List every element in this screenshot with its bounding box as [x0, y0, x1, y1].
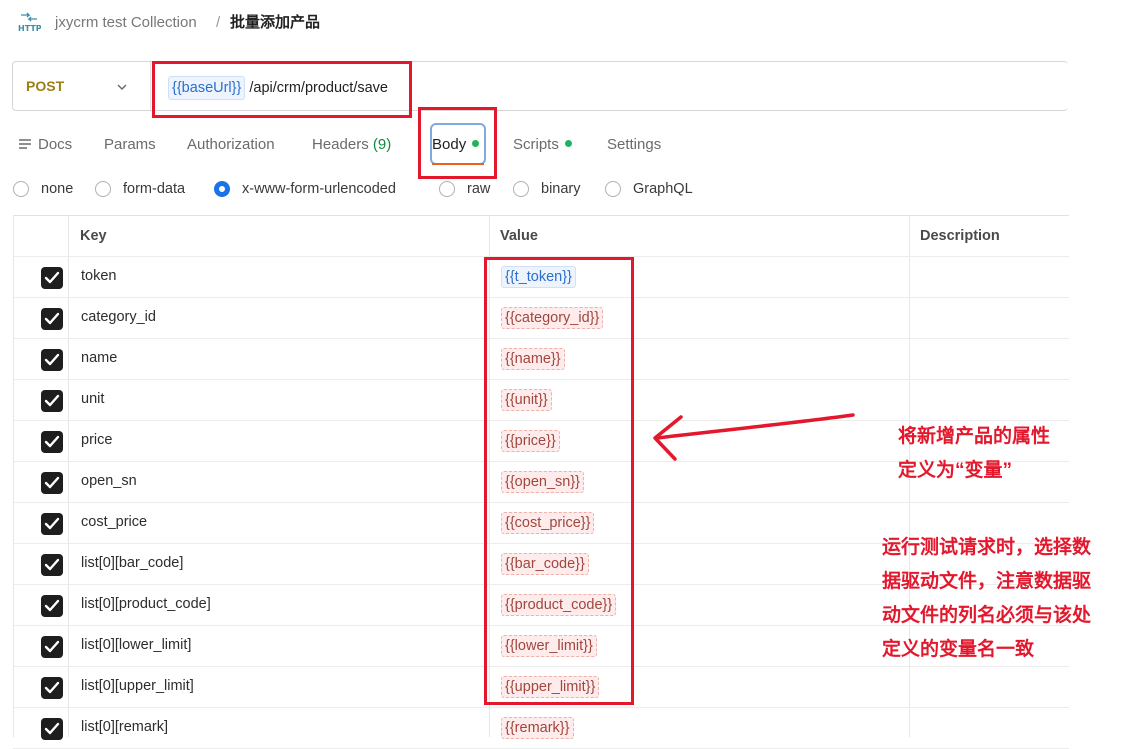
row-description[interactable] [910, 667, 1069, 707]
row-key[interactable]: category_id [81, 309, 156, 325]
table-row: list[0][remark] {{remark}} [13, 708, 1069, 749]
row-key[interactable]: token [81, 268, 116, 284]
row-enabled-checkbox[interactable] [41, 267, 63, 289]
annotation-line: 据驱动文件，注意数据驱 [882, 571, 1092, 592]
row-key[interactable]: list[0][product_code] [81, 596, 211, 612]
row-description[interactable] [910, 380, 1069, 420]
row-key[interactable]: open_sn [81, 473, 137, 489]
row-enabled-checkbox[interactable] [41, 595, 63, 617]
annotation-line: 定义的变量名一致 [882, 639, 1035, 660]
header-value: Value [500, 228, 538, 244]
row-enabled-checkbox[interactable] [41, 554, 63, 576]
method-divider [150, 62, 151, 110]
annotation-line: 将新增产品的属性 [898, 426, 1051, 447]
radio-label: GraphQL [633, 181, 693, 197]
tab-settings[interactable]: Settings [607, 135, 661, 155]
annotation-url-highlight [152, 61, 412, 118]
radio-label: x-www-form-urlencoded [242, 181, 396, 197]
tab-params[interactable]: Params [104, 135, 156, 155]
row-key[interactable]: cost_price [81, 514, 147, 530]
tab-scripts[interactable]: Scripts [513, 135, 572, 155]
row-key[interactable]: name [81, 350, 117, 366]
chevron-down-icon[interactable] [116, 80, 128, 92]
breadcrumb-request-name[interactable]: 批量添加产品 [230, 13, 320, 33]
radio-circle [439, 181, 455, 197]
tab-headers[interactable]: Headers (9) [312, 135, 391, 155]
row-enabled-checkbox[interactable] [41, 513, 63, 535]
row-description[interactable] [910, 257, 1069, 297]
annotation-body-tab-highlight [418, 107, 497, 179]
radio-label: none [41, 181, 74, 197]
radio-label: binary [541, 181, 581, 197]
annotation-line: 定义为“变量” [898, 460, 1013, 481]
annotation-line: 动文件的列名必须与该处 [882, 605, 1092, 626]
row-enabled-checkbox[interactable] [41, 636, 63, 658]
tab-scripts-label: Scripts [513, 136, 559, 153]
row-key[interactable]: price [81, 432, 112, 448]
radio-circle-selected [214, 181, 230, 197]
tab-docs[interactable]: Docs [38, 135, 72, 155]
annotation-note-variables: 将新增产品的属性 定义为“变量” [898, 420, 1050, 488]
row-key[interactable]: list[0][lower_limit] [81, 637, 191, 653]
annotation-arrow-icon [645, 405, 865, 470]
svg-text:HTTP: HTTP [18, 24, 41, 33]
header-key: Key [80, 228, 107, 244]
row-enabled-checkbox[interactable] [41, 472, 63, 494]
row-key[interactable]: list[0][remark] [81, 719, 168, 735]
row-enabled-checkbox[interactable] [41, 390, 63, 412]
row-enabled-checkbox[interactable] [41, 677, 63, 699]
http-request-icon: HTTP [17, 12, 42, 34]
header-description: Description [920, 228, 1000, 244]
radio-circle [13, 181, 29, 197]
radio-circle [513, 181, 529, 197]
row-description[interactable] [910, 339, 1069, 379]
radio-circle [605, 181, 621, 197]
scripts-status-dot [564, 139, 572, 147]
row-enabled-checkbox[interactable] [41, 308, 63, 330]
method-select[interactable]: POST [26, 78, 64, 94]
row-enabled-checkbox[interactable] [41, 718, 63, 740]
radio-label: raw [467, 181, 491, 197]
table-header-row: Key Value Description [13, 216, 1069, 257]
breadcrumb-collection[interactable]: jxycrm test Collection [55, 13, 197, 33]
row-description[interactable] [910, 708, 1069, 748]
tab-authorization[interactable]: Authorization [187, 135, 275, 155]
tab-headers-label: Headers [312, 136, 369, 153]
row-key[interactable]: list[0][bar_code] [81, 555, 183, 571]
headers-count: (9) [372, 136, 392, 153]
row-enabled-checkbox[interactable] [41, 349, 63, 371]
radio-circle [95, 181, 111, 197]
annotation-line: 运行测试请求时，选择数 [882, 537, 1092, 558]
row-key[interactable]: unit [81, 391, 104, 407]
annotation-values-highlight [484, 257, 634, 705]
radio-label: form-data [123, 181, 186, 197]
annotation-note-data-driven: 运行测试请求时，选择数 据驱动文件，注意数据驱 动文件的列名必须与该处 定义的变… [882, 531, 1091, 667]
row-description[interactable] [910, 298, 1069, 338]
breadcrumb-separator: / [216, 14, 221, 31]
row-key[interactable]: list[0][upper_limit] [81, 678, 194, 694]
docs-icon [18, 138, 32, 156]
row-enabled-checkbox[interactable] [41, 431, 63, 453]
